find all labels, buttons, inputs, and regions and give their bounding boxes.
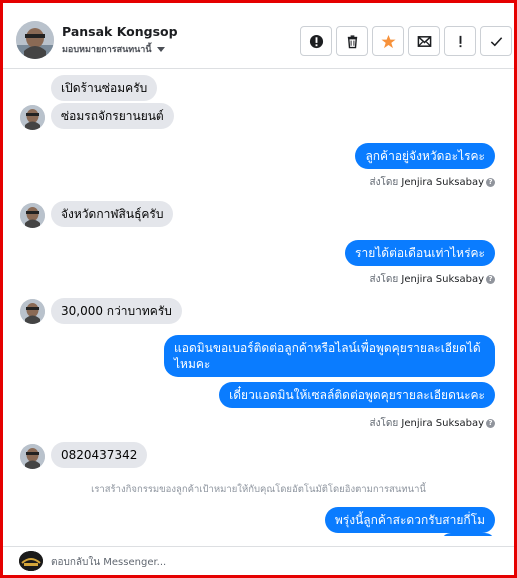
- assign-conversation-dropdown[interactable]: มอบหมายการสนทนานี้: [62, 42, 165, 56]
- mark-important-button[interactable]: [444, 26, 476, 56]
- conversation-toolbar: [300, 26, 512, 56]
- incoming-message: เปิดร้านซ่อมครับ: [51, 75, 158, 101]
- assign-label: มอบหมายการสนทนานี้: [62, 45, 152, 55]
- system-note: เราสร้างกิจกรรมของลูกค้าเป้าหมายให้กับคุ…: [91, 484, 426, 495]
- outgoing-message: เดี๋ยวแอดมินให้เซลล์ติดต่อพูดคุยรายละเอี…: [219, 382, 495, 408]
- star-icon: [380, 34, 396, 48]
- exclamation-icon: [459, 35, 461, 47]
- incoming-message: ซ่อมรถจักรยานยนต์: [51, 103, 174, 129]
- caret-down-icon: [156, 47, 165, 52]
- trash-icon: [347, 34, 357, 48]
- mark-unread-icon: [417, 35, 431, 47]
- check-icon: [490, 36, 502, 46]
- incoming-message: 30,000 กว่าบาทครับ: [51, 298, 182, 324]
- mark-unread-button[interactable]: [408, 26, 440, 56]
- page-avatar: [19, 551, 43, 571]
- sent-by-label: ส่งโดย Jenjira Suksabay?: [369, 272, 495, 287]
- info-icon[interactable]: ?: [486, 177, 495, 187]
- report-spam-button[interactable]: [300, 26, 332, 56]
- star-button[interactable]: [372, 26, 404, 56]
- reply-composer: [3, 546, 514, 575]
- info-icon[interactable]: ?: [486, 274, 495, 284]
- mark-done-button[interactable]: [480, 26, 512, 56]
- sent-by-prefix: ส่งโดย: [369, 418, 399, 429]
- delete-button[interactable]: [336, 26, 368, 56]
- contact-avatar-small[interactable]: [20, 105, 45, 130]
- contact-avatar-small[interactable]: [20, 299, 45, 324]
- outgoing-message: แอดมินขอเบอร์ติดต่อลูกค้าหรือไลน์เพื่อพู…: [164, 335, 495, 377]
- reply-input[interactable]: [51, 553, 491, 571]
- sent-by-prefix: ส่งโดย: [369, 177, 399, 188]
- sent-by-label: ส่งโดย Jenjira Suksabay?: [369, 175, 495, 190]
- incoming-message: 0820437342: [51, 442, 148, 468]
- outgoing-message-partial: [441, 533, 495, 536]
- conversation-header: Pansak Kongsop มอบหมายการสนทนานี้: [3, 3, 514, 69]
- outgoing-message: รายได้ต่อเดือนเท่าไหร่คะ: [345, 240, 495, 266]
- agent-name: Jenjira Suksabay: [401, 177, 484, 188]
- outgoing-message: พรุ่งนี้ลูกค้าสะดวกรับสายกี่โม: [324, 507, 495, 533]
- message-thread[interactable]: เปิดร้านซ่อมครับ ซ่อมรถจักรยานยนต์ ลูกค้…: [3, 70, 514, 536]
- outgoing-message: ลูกค้าอยู่จังหวัดอะไรคะ: [355, 143, 495, 169]
- info-icon[interactable]: ?: [486, 418, 495, 428]
- agent-name: Jenjira Suksabay: [401, 418, 484, 429]
- contact-avatar-small[interactable]: [20, 444, 45, 469]
- agent-name: Jenjira Suksabay: [401, 274, 484, 285]
- contact-avatar-small[interactable]: [20, 203, 45, 228]
- contact-name[interactable]: Pansak Kongsop: [62, 24, 178, 39]
- incoming-message: จังหวัดกาฬสินธุ์ครับ: [51, 201, 174, 227]
- contact-avatar[interactable]: [16, 21, 54, 59]
- sent-by-label: ส่งโดย Jenjira Suksabay?: [369, 416, 495, 431]
- report-spam-icon: [309, 34, 323, 48]
- sent-by-prefix: ส่งโดย: [369, 274, 399, 285]
